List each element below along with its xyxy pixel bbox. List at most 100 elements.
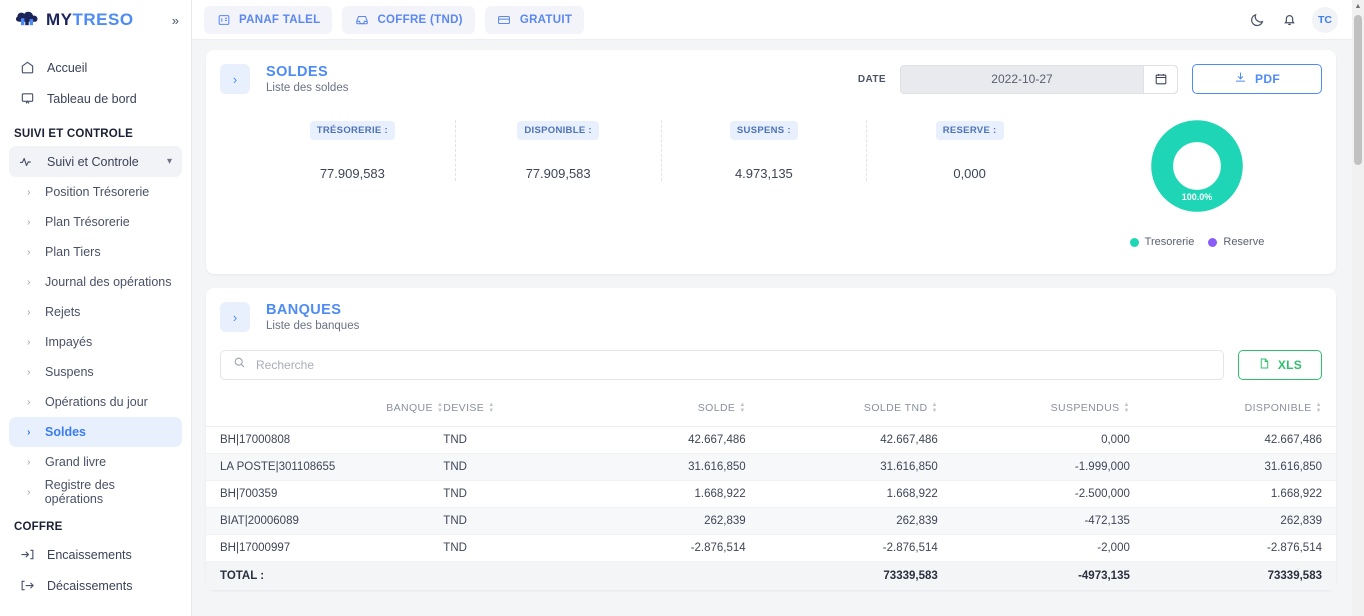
scrollbar-thumb[interactable] [1354, 15, 1362, 165]
soldes-titles: SOLDES Liste des soldes [266, 64, 348, 94]
scroll-up-arrow-icon[interactable]: ▲ [1352, 0, 1364, 13]
sidebar-item-label: Tableau de bord [47, 91, 137, 106]
sidebar-item-impayes[interactable]: › Impayés [9, 327, 182, 357]
sidebar-item-label: Impayés [45, 335, 93, 349]
kpi-label: TRÉSORERIE : [309, 121, 395, 140]
kpi-tresorerie: TRÉSORERIE : 77.909,583 [250, 120, 456, 181]
cell-disponible: 1.668,922 [1143, 480, 1336, 509]
cell-suspendus: -1.999,000 [951, 453, 1144, 482]
xls-export-button[interactable]: XLS [1238, 350, 1322, 380]
activity-icon [19, 154, 35, 170]
company-icon [216, 12, 231, 27]
arrow-out-bracket-icon [19, 578, 35, 594]
column-header-disponible[interactable]: DISPONIBLE ▲ ▼ [1143, 392, 1336, 428]
sidebar-item-soldes[interactable]: › Soldes [9, 417, 182, 447]
calendar-icon[interactable] [1143, 65, 1177, 93]
cell-total-disponible: 73339,583 [1267, 570, 1322, 583]
cell-devise: TND [443, 426, 579, 455]
banques-header: › BANQUES Liste des banques [206, 288, 1336, 340]
table-row[interactable]: BH|17000808 TND 42.667,486 42.667,486 0,… [206, 426, 1336, 455]
legend-swatch-icon [1129, 237, 1139, 247]
sidebar-item-label: Grand livre [45, 455, 107, 469]
sidebar-item-position-tresorerie[interactable]: › Position Trésorerie [9, 177, 182, 207]
chevron-right-icon: › [27, 246, 31, 258]
kpi-list: TRÉSORERIE : 77.909,583 DISPONIBLE : 77.… [220, 120, 1072, 181]
sidebar-item-rejets[interactable]: › Rejets [9, 297, 182, 327]
chevron-right-icon: › [27, 366, 31, 378]
column-label: BANQUE [386, 402, 433, 414]
cell-banque: BH|17000997 [206, 534, 444, 563]
brand-header: MYTRESO » [0, 0, 191, 40]
cell-suspendus: 0,000 [951, 426, 1144, 455]
chevron-right-icon: › [27, 216, 31, 228]
sidebar-item-plan-tresorerie[interactable]: › Plan Trésorerie [9, 207, 182, 237]
cell-suspendus: -2.500,000 [951, 480, 1144, 509]
tab-panaf-talel[interactable]: PANAF TALEL [204, 5, 333, 34]
sidebar-item-label: Accueil [47, 60, 88, 75]
column-header-suspendus[interactable]: SUSPENDUS ▲ ▼ [951, 392, 1144, 428]
search-box[interactable] [220, 350, 1224, 380]
cell-banque: BIAT|20006089 [206, 507, 444, 536]
table-row[interactable]: LA POSTE|301108655 TND 31.616,850 31.616… [206, 453, 1336, 482]
column-header-devise[interactable]: DEVISE ▲ ▼ [443, 392, 579, 428]
cell-disponible: 42.667,486 [1143, 426, 1336, 455]
date-input[interactable]: 2022-10-27 [900, 64, 1178, 94]
sidebar-item-encaissements[interactable]: Encaissements [9, 539, 182, 570]
bell-icon[interactable] [1280, 11, 1298, 29]
card-icon [497, 12, 512, 27]
date-label: DATE [857, 73, 886, 85]
sidebar-item-label: Position Trésorerie [45, 185, 150, 199]
inbox-icon [354, 12, 369, 27]
moon-icon[interactable] [1248, 11, 1266, 29]
column-label: DEVISE [443, 402, 485, 414]
sidebar-item-journal-des-operations[interactable]: › Journal des opérations [9, 267, 182, 297]
app-root: MYTRESO » Accueil Tableau de bord SUIVI … [0, 0, 1364, 616]
column-header-solde-tnd[interactable]: SOLDE TND ▲ ▼ [759, 392, 952, 428]
pdf-button[interactable]: PDF [1192, 64, 1322, 94]
table-row[interactable]: BH|700359 TND 1.668,922 1.668,922 -2.500… [206, 480, 1336, 509]
sidebar-item-registre-des-operations[interactable]: › Registre des opérations [9, 477, 182, 507]
tab-gratuit[interactable]: GRATUIT [484, 5, 585, 34]
sidebar-item-operations-du-jour[interactable]: › Opérations du jour [9, 387, 182, 417]
sidebar-item-plan-tiers[interactable]: › Plan Tiers [9, 237, 182, 267]
legend-swatch-icon [1208, 237, 1218, 247]
sidebar-item-decaissements[interactable]: Décaissements [9, 570, 182, 601]
sort-icon: ▲ ▼ [488, 402, 495, 415]
chevron-right-icon: › [27, 306, 31, 318]
tab-coffre-tnd[interactable]: COFFRE (TND) [342, 5, 475, 34]
column-header-banque[interactable]: BANQUE ▲ ▼ [206, 392, 444, 428]
table-row[interactable]: BIAT|20006089 TND 262,839 262,839 -472,1… [206, 507, 1336, 536]
chevron-down-icon: ▾ [166, 156, 172, 167]
soldes-expand-button[interactable]: › [220, 64, 250, 94]
sidebar-item-label: Journal des opérations [45, 275, 172, 289]
legend-item-tresorerie[interactable]: Tresorerie [1129, 236, 1194, 248]
table-row[interactable]: BH|17000997 TND -2.876,514 -2.876,514 -2… [206, 534, 1336, 563]
sidebar-item-suspens[interactable]: › Suspens [9, 357, 182, 387]
cell-total-label: TOTAL : [220, 570, 265, 583]
sort-icon: ▲ ▼ [739, 402, 746, 415]
sidebar-section-coffre: COFFRE [14, 521, 63, 533]
avatar[interactable]: TC [1312, 6, 1338, 33]
cell-solde-tnd: 42.667,486 [759, 426, 952, 455]
search-input[interactable] [256, 358, 1211, 372]
sidebar-item-tableau-de-bord[interactable]: Tableau de bord [9, 83, 182, 114]
page-title: SOLDES [266, 64, 329, 80]
cell-solde: -2.876,514 [578, 534, 760, 563]
table-header: BANQUE ▲ ▼ DEVISE ▲ ▼ SOLDE ▲ ▼ SOLDE TND ▲ ▼ SU… [206, 392, 1336, 428]
sidebar-item-label: Opérations du jour [45, 395, 148, 409]
cell-solde-tnd: 31.616,850 [759, 453, 952, 482]
search-icon [233, 356, 246, 374]
sidebar-group-suivi-et-controle[interactable]: Suivi et Controle ▾ [9, 146, 182, 177]
sidebar-item-grand-livre[interactable]: › Grand livre [9, 447, 182, 477]
banques-expand-button[interactable]: › [220, 302, 250, 332]
legend-item-reserve[interactable]: Reserve [1208, 236, 1264, 248]
sidebar-item-accueil[interactable]: Accueil [9, 52, 182, 83]
chevrons-right-icon[interactable]: » [172, 14, 181, 27]
column-label: DISPONIBLE [1244, 402, 1312, 414]
cell-devise: TND [443, 534, 579, 563]
download-icon [1234, 71, 1247, 87]
column-header-solde[interactable]: SOLDE ▲ ▼ [578, 392, 760, 428]
page-scrollbar[interactable]: ▲ [1352, 0, 1364, 616]
sidebar-item-label: Plan Tiers [45, 245, 101, 259]
tab-label: GRATUIT [519, 13, 573, 26]
